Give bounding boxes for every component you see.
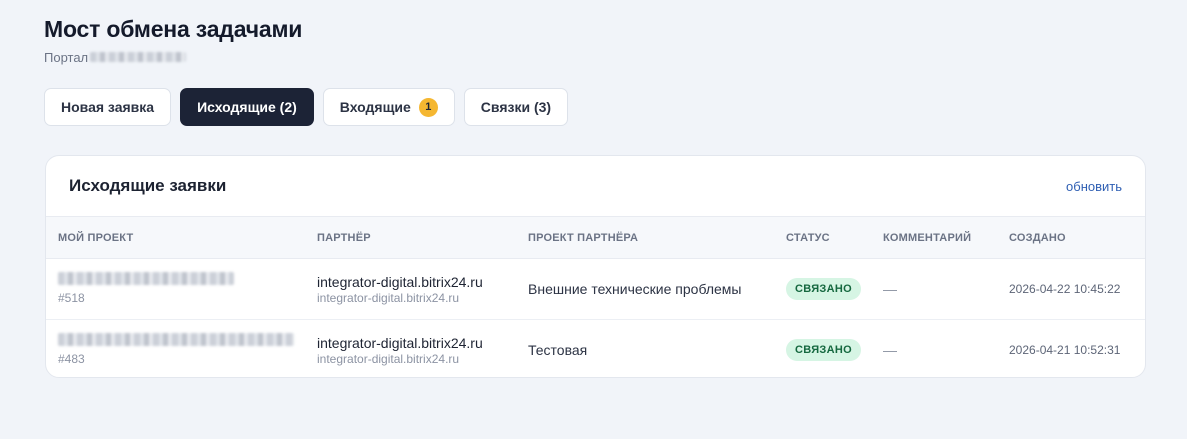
page: Мост обмена задачами Портал Новая заявка… [0, 0, 1187, 439]
portal-name-redacted [90, 52, 187, 62]
cell-comment: — [883, 342, 897, 359]
portal-info: Портал [44, 49, 1147, 65]
refresh-link[interactable]: обновить [1066, 179, 1122, 194]
cell-status: СВЯЗАНО [774, 258, 871, 320]
project-id: #518 [58, 290, 85, 305]
table-row[interactable]: #483 integrator-digital.bitrix24.ru inte… [46, 320, 1145, 378]
table-header-row: Мой проект Партнёр Проект партнёра Стату… [46, 216, 1145, 259]
tab-label: Связки (3) [480, 99, 552, 115]
column-my-project: Мой проект [46, 216, 305, 259]
partner-subdomain: integrator-digital.bitrix24.ru [317, 351, 460, 366]
column-created: Создано [997, 216, 1145, 259]
project-name-redacted [58, 271, 234, 285]
column-partner: Партнёр [305, 216, 516, 259]
tab-label: Входящие [339, 99, 411, 115]
tab-label: Новая заявка [61, 99, 155, 115]
outgoing-requests-table: Мой проект Партнёр Проект партнёра Стату… [46, 216, 1145, 378]
portal-label: Портал [44, 49, 89, 65]
status-badge: СВЯЗАНО [786, 278, 861, 300]
column-partner-project: Проект партнёра [516, 216, 774, 259]
cell-created: 2026-04-21 10:52:31 [1009, 343, 1121, 358]
tab-new-request[interactable]: Новая заявка [44, 88, 172, 126]
project-name-redacted [58, 332, 294, 346]
cell-partner: integrator-digital.bitrix24.ru integrato… [305, 258, 516, 320]
tab-incoming[interactable]: Входящие 1 [322, 88, 455, 126]
partner-subdomain: integrator-digital.bitrix24.ru [317, 290, 460, 305]
cell-partner: integrator-digital.bitrix24.ru integrato… [305, 320, 516, 378]
cell-status: СВЯЗАНО [774, 320, 871, 378]
cell-partner-project: Внешние технические проблемы [516, 258, 774, 320]
tab-outgoing[interactable]: Исходящие (2) [180, 88, 314, 126]
cell-created: 2026-04-22 10:45:22 [997, 258, 1145, 320]
partner-domain: integrator-digital.bitrix24.ru [317, 273, 483, 290]
cell-my-project: #483 [46, 320, 305, 378]
incoming-count-badge: 1 [418, 97, 438, 117]
outgoing-requests-card: Исходящие заявки обновить Мой проект Пар… [45, 155, 1146, 378]
cell-comment: — [871, 258, 997, 320]
tab-bar: Новая заявка Исходящие (2) Входящие 1 Св… [44, 88, 1147, 126]
column-comment: Комментарий [871, 216, 997, 259]
status-badge: СВЯЗАНО [786, 339, 861, 362]
table-row[interactable]: #518 integrator-digital.bitrix24.ru inte… [46, 258, 1145, 320]
card-title: Исходящие заявки [69, 176, 227, 195]
column-status: Статус [774, 216, 871, 259]
page-title: Мост обмена задачами [44, 16, 303, 42]
cell-partner-project: Тестовая [528, 342, 588, 359]
tab-links[interactable]: Связки (3) [463, 88, 569, 126]
tab-label: Исходящие (2) [197, 99, 297, 115]
project-id: #483 [58, 351, 85, 366]
cell-my-project: #518 [46, 258, 305, 320]
partner-domain: integrator-digital.bitrix24.ru [317, 334, 483, 351]
card-header: Исходящие заявки обновить [46, 156, 1145, 216]
